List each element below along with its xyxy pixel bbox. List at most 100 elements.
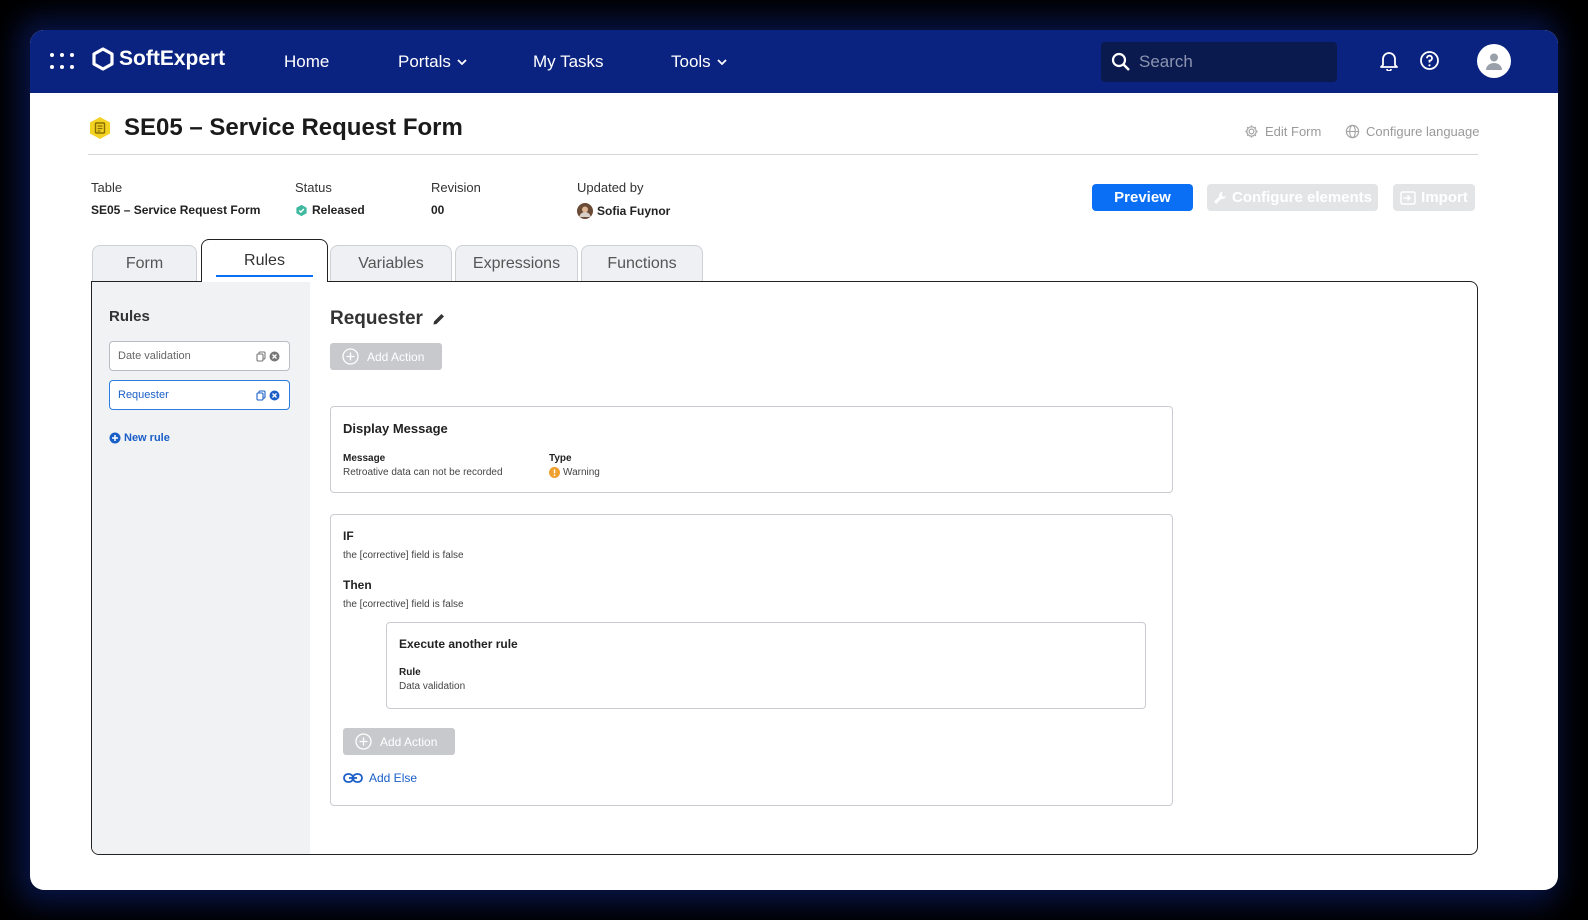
preview-label: Preview: [1114, 189, 1171, 206]
meta-updated-by: Updated by Sofia Fuynor: [577, 180, 670, 219]
title-divider: [88, 154, 1478, 155]
meta-status: Status Released: [295, 180, 365, 217]
nav-tools[interactable]: Tools: [671, 52, 727, 72]
tab-variables[interactable]: Variables: [330, 245, 452, 282]
wrench-icon: [1213, 191, 1226, 204]
remove-icon[interactable]: [269, 351, 280, 362]
app-window: SoftExpert Home Portals My Tasks Tools S…: [30, 30, 1558, 890]
search-input[interactable]: [1139, 52, 1319, 72]
search-box: [1101, 42, 1337, 82]
logo-text: SoftExpert: [119, 47, 226, 70]
tab-form[interactable]: Form: [92, 245, 197, 282]
user-avatar-small: [577, 203, 593, 219]
preview-button[interactable]: Preview: [1092, 184, 1193, 211]
rule-title-text: Requester: [330, 308, 423, 329]
meta-status-value-wrap: Released: [295, 203, 365, 217]
condition-card: IF the [corrective] field is false Then …: [330, 514, 1173, 806]
user-icon: [1486, 53, 1502, 70]
execute-rule-card[interactable]: Execute another rule Rule Data validatio…: [386, 622, 1146, 709]
import-button[interactable]: Import: [1393, 184, 1475, 211]
then-label: Then: [343, 578, 372, 592]
tab-variables-label: Variables: [358, 255, 424, 272]
gear-icon: [1245, 125, 1258, 138]
nav-my-tasks-label: My Tasks: [533, 52, 604, 71]
page-header: SE05 – Service Request Form: [88, 114, 463, 142]
rule-item-requester[interactable]: Requester: [109, 380, 290, 410]
meta-updated-by-label: Updated by: [577, 180, 644, 195]
if-text: the [corrective] field is false: [343, 550, 464, 561]
tab-rules[interactable]: Rules: [201, 239, 328, 282]
notifications-bell-icon[interactable]: [1380, 50, 1398, 76]
plus-circle-icon: [109, 432, 121, 444]
tab-functions-label: Functions: [607, 255, 677, 272]
meta-revision-label: Revision: [431, 180, 481, 195]
execute-rule-title: Execute another rule: [399, 637, 518, 651]
add-action-button[interactable]: Add Action: [330, 343, 442, 370]
rule-field: Rule Data validation: [399, 667, 465, 692]
meta-revision-value: 00: [431, 203, 445, 217]
then-text: the [corrective] field is false: [343, 599, 464, 610]
import-label: Import: [1421, 189, 1468, 206]
rule-label: Rule: [399, 667, 421, 678]
configure-language-link[interactable]: Configure language: [1345, 124, 1479, 139]
meta-revision: Revision 00: [431, 180, 481, 217]
globe-icon: [1345, 124, 1360, 139]
add-action-label: Add Action: [367, 349, 425, 364]
logo[interactable]: SoftExpert: [91, 47, 225, 71]
top-navigation-bar: SoftExpert Home Portals My Tasks Tools: [30, 30, 1558, 93]
if-label: IF: [343, 529, 354, 543]
type-field: Type Warning: [549, 453, 600, 478]
nav-portals-label: Portals: [398, 52, 451, 71]
rule-item-label: Requester: [118, 389, 169, 401]
tab-expressions[interactable]: Expressions: [455, 245, 578, 282]
tab-rules-label: Rules: [244, 252, 285, 269]
chevron-down-icon: [457, 58, 467, 65]
remove-icon[interactable]: [269, 390, 280, 401]
message-field: Message Retroative data can not be recor…: [343, 453, 503, 478]
import-icon: [1400, 190, 1416, 205]
nav-home[interactable]: Home: [284, 52, 329, 72]
nav-tools-label: Tools: [671, 52, 711, 71]
edit-pencil-icon[interactable]: [432, 312, 446, 326]
tab-functions[interactable]: Functions: [581, 245, 703, 282]
meta-updated-by-value: Sofia Fuynor: [597, 204, 671, 218]
nav-my-tasks[interactable]: My Tasks: [533, 52, 604, 72]
add-else-link[interactable]: Add Else: [343, 771, 417, 785]
display-message-card[interactable]: Display Message Message Retroative data …: [330, 406, 1173, 493]
app-grid-icon[interactable]: [50, 53, 74, 71]
rule-item-date-validation[interactable]: Date validation: [109, 341, 290, 371]
plus-circle-icon: [355, 733, 372, 750]
active-tab-indicator: [216, 275, 313, 277]
tab-expressions-label: Expressions: [472, 255, 561, 272]
type-value-wrap: Warning: [549, 467, 600, 478]
edit-form-link[interactable]: Edit Form: [1244, 124, 1321, 139]
rule-value: Data validation: [399, 681, 466, 692]
meta-updated-by-value-wrap: Sofia Fuynor: [577, 203, 670, 219]
rule-item-actions: [256, 390, 280, 401]
warning-icon: [549, 467, 560, 478]
copy-icon[interactable]: [256, 351, 266, 362]
configure-elements-button[interactable]: Configure elements: [1207, 184, 1378, 211]
meta-status-label: Status: [295, 180, 332, 195]
rule-title: Requester: [330, 308, 446, 330]
type-label: Type: [549, 453, 572, 464]
help-icon[interactable]: [1419, 50, 1440, 76]
configure-elements-label: Configure elements: [1231, 189, 1373, 206]
link-icon: [343, 773, 363, 783]
form-icon: [90, 117, 110, 139]
plus-circle-icon: [342, 348, 359, 365]
nav-portals[interactable]: Portals: [398, 52, 467, 72]
new-rule-link[interactable]: New rule: [109, 432, 170, 444]
sidebar-title: Rules: [109, 308, 150, 325]
user-avatar[interactable]: [1477, 44, 1511, 78]
add-action-button-inner[interactable]: Add Action: [343, 728, 455, 755]
rules-panel: Rules Date validation Requester New rule: [91, 281, 1478, 855]
copy-icon[interactable]: [256, 390, 266, 401]
message-label: Message: [343, 453, 386, 464]
rules-sidebar: Rules Date validation Requester New rule: [92, 282, 310, 854]
type-value: Warning: [563, 467, 600, 478]
add-else-label: Add Else: [369, 771, 418, 785]
chevron-down-icon: [717, 58, 727, 65]
meta-table-label: Table: [91, 180, 123, 195]
tab-form-label: Form: [125, 255, 164, 272]
